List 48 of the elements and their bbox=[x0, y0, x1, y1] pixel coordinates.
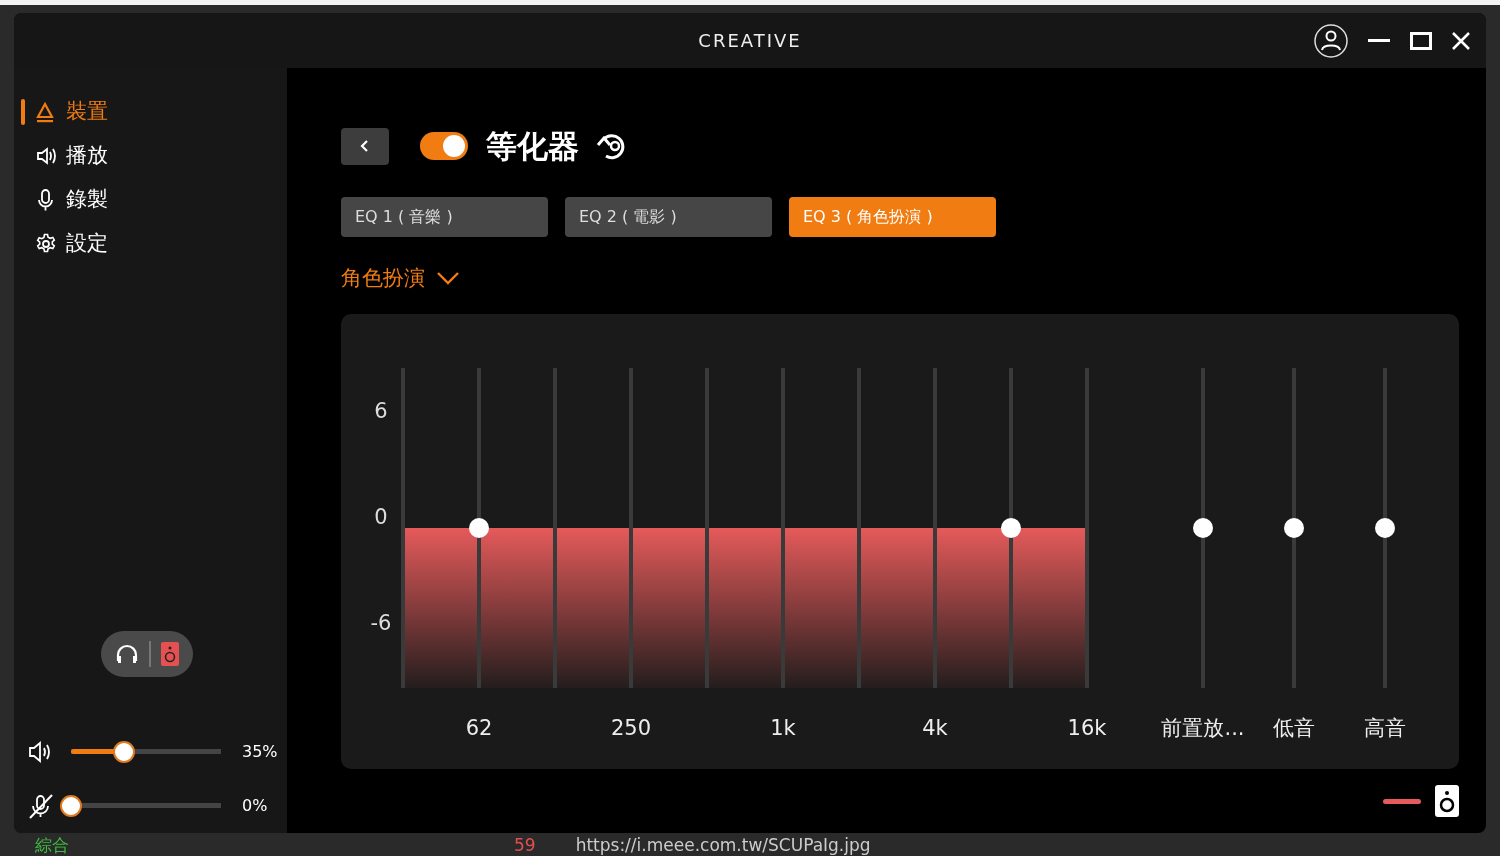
close-icon[interactable] bbox=[1452, 31, 1470, 50]
slider-thumb[interactable] bbox=[1375, 518, 1395, 538]
slider-thumb[interactable] bbox=[112, 741, 135, 763]
frequency-label: 16k bbox=[1067, 716, 1107, 740]
back-button[interactable] bbox=[341, 127, 389, 165]
sidebar-item[interactable]: 裝置 bbox=[14, 90, 287, 134]
headphones-icon[interactable] bbox=[115, 643, 139, 665]
axis-label: 0 bbox=[374, 505, 388, 529]
device-icon bbox=[36, 100, 56, 124]
account-icon[interactable] bbox=[1314, 23, 1348, 58]
slider-thumb[interactable] bbox=[1193, 518, 1213, 538]
maximize-icon[interactable] bbox=[1410, 31, 1432, 50]
preset-tab[interactable]: EQ 2 ( 電影 ) bbox=[565, 196, 772, 237]
slider-thumb[interactable] bbox=[1001, 518, 1021, 538]
sidebar-item[interactable]: 播放 bbox=[14, 134, 287, 178]
frequency-label: 高音 bbox=[1364, 716, 1406, 740]
sidebar-item[interactable]: 設定 bbox=[14, 222, 287, 266]
equalizer-toggle[interactable] bbox=[420, 132, 468, 161]
speaker-icon[interactable] bbox=[1435, 785, 1459, 817]
sidebar-item[interactable]: 錄製 bbox=[14, 178, 287, 222]
frequency-label: 前置放... bbox=[1161, 716, 1245, 740]
axis-label: 6 bbox=[374, 399, 388, 423]
category-tag: 綜合 bbox=[35, 834, 69, 855]
microphone-muted-icon[interactable] bbox=[28, 793, 54, 819]
slider-thumb[interactable] bbox=[1284, 518, 1304, 538]
output-switch[interactable] bbox=[101, 631, 193, 677]
curve-legend-icon bbox=[1383, 798, 1421, 804]
equalizer-title: 等化器 bbox=[486, 127, 579, 166]
app-logo: CREATIVE bbox=[698, 29, 802, 53]
volume-reading: 0% bbox=[242, 795, 269, 817]
frequency-label: 4k bbox=[922, 716, 948, 740]
slider-thumb[interactable] bbox=[469, 518, 489, 538]
frequency-label: 1k bbox=[770, 716, 796, 740]
url-text: https://i.meee.com.tw/SCUPaIg.jpg bbox=[575, 834, 871, 855]
chevron-left-icon bbox=[360, 139, 370, 154]
frequency-label: 62 bbox=[465, 716, 493, 740]
preset-tab[interactable]: EQ 1 ( 音樂 ) bbox=[341, 196, 548, 237]
frequency-label: 250 bbox=[610, 716, 652, 740]
axis-label: -6 bbox=[370, 611, 392, 635]
microphone-icon bbox=[36, 188, 56, 212]
frequency-label: 低音 bbox=[1273, 716, 1315, 740]
profile-dropdown[interactable]: 角色扮演 bbox=[341, 262, 459, 294]
speaker-icon bbox=[36, 144, 56, 168]
chevron-down-icon bbox=[437, 271, 459, 285]
line-number: 59 bbox=[514, 834, 536, 855]
minimize-icon[interactable] bbox=[1368, 38, 1390, 43]
volume-reading: 35% bbox=[242, 741, 279, 763]
slider-thumb[interactable] bbox=[60, 795, 82, 817]
